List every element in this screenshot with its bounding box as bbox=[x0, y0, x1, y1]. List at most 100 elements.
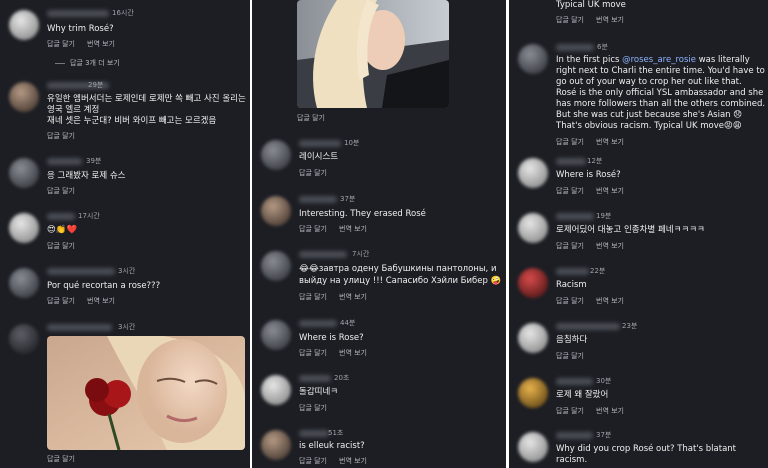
avatar[interactable] bbox=[9, 213, 39, 243]
username[interactable] bbox=[299, 375, 331, 382]
avatar[interactable] bbox=[518, 378, 548, 408]
reply-button[interactable]: 답글 달기 bbox=[299, 225, 327, 233]
mention-link[interactable]: @roses_are_rosie bbox=[622, 55, 696, 65]
comment-text-line: 영국 엘르 계정 bbox=[47, 105, 100, 115]
comment-text-line: right next to Charli the entire time. Yo… bbox=[556, 66, 765, 76]
avatar[interactable] bbox=[261, 140, 291, 170]
translate-button[interactable]: 번역 보기 bbox=[596, 187, 624, 195]
username[interactable] bbox=[556, 378, 593, 385]
username[interactable] bbox=[47, 213, 75, 220]
comment-text-line: But she was cut just because she's Asian… bbox=[556, 110, 743, 120]
avatar[interactable] bbox=[518, 213, 548, 243]
avatar[interactable] bbox=[9, 324, 39, 354]
reply-button[interactable]: 답글 달기 bbox=[47, 40, 75, 48]
username[interactable] bbox=[299, 251, 347, 258]
comment-text: 로제어딨어 대놓고 인종차별 페네ㅋㅋㅋㅋ bbox=[556, 225, 705, 235]
reply-button[interactable]: 답글 달기 bbox=[556, 187, 584, 195]
avatar[interactable] bbox=[9, 82, 39, 112]
avatar[interactable] bbox=[261, 375, 291, 405]
reply-button[interactable]: 답글 달기 bbox=[299, 349, 327, 357]
translate-button[interactable]: 번역 보기 bbox=[596, 242, 624, 250]
username[interactable] bbox=[556, 268, 589, 275]
avatar[interactable] bbox=[9, 268, 39, 298]
username[interactable] bbox=[299, 196, 337, 203]
comment-text: 레이시스트 bbox=[299, 152, 339, 162]
view-more-replies[interactable]: 답글 3개 더 보기 bbox=[55, 58, 120, 68]
timestamp: 16시간 bbox=[112, 9, 134, 17]
reply-button[interactable]: 답글 달기 bbox=[556, 138, 584, 146]
reply-button[interactable]: 답글 달기 bbox=[47, 455, 75, 463]
username[interactable] bbox=[556, 323, 620, 330]
timestamp: 12분 bbox=[587, 157, 603, 165]
reply-button[interactable]: 답글 달기 bbox=[297, 114, 325, 122]
reply-button[interactable]: 답글 달기 bbox=[47, 132, 75, 140]
avatar[interactable] bbox=[261, 251, 291, 281]
timestamp: 37분 bbox=[596, 431, 612, 439]
timestamp: 10분 bbox=[344, 139, 360, 147]
reply-button[interactable]: 답글 달기 bbox=[299, 457, 327, 465]
translate-button[interactable]: 번역 보기 bbox=[596, 138, 624, 146]
username[interactable] bbox=[47, 158, 82, 165]
comment-text: Por qué recortan a rose??? bbox=[47, 281, 161, 291]
username[interactable] bbox=[556, 158, 586, 165]
avatar[interactable] bbox=[9, 158, 39, 188]
translate-button[interactable]: 번역 보기 bbox=[339, 349, 367, 357]
username[interactable] bbox=[556, 213, 594, 220]
reply-button[interactable]: 답글 달기 bbox=[299, 404, 327, 412]
reply-button[interactable]: 답글 달기 bbox=[47, 242, 75, 250]
comments-panel-1: 16시간 Why trim Rosé? 답글 달기 번역 보기 답글 3개 더 보… bbox=[0, 0, 250, 468]
reply-button[interactable]: 답글 달기 bbox=[299, 293, 327, 301]
attached-photo[interactable] bbox=[47, 336, 245, 450]
translate-button[interactable]: 번역 보기 bbox=[339, 293, 367, 301]
username[interactable] bbox=[47, 10, 109, 17]
reply-button[interactable]: 답글 달기 bbox=[556, 16, 584, 24]
username[interactable] bbox=[556, 44, 594, 51]
avatar[interactable] bbox=[518, 432, 548, 462]
translate-button[interactable]: 번역 보기 bbox=[87, 40, 115, 48]
reply-button[interactable]: 답글 달기 bbox=[47, 297, 75, 305]
username[interactable] bbox=[299, 140, 341, 147]
reply-button[interactable]: 답글 달기 bbox=[556, 407, 584, 415]
comment-text-line: Rosé is the only official YSL ambassador… bbox=[556, 88, 764, 98]
username[interactable] bbox=[299, 430, 329, 437]
reply-button[interactable]: 답글 달기 bbox=[299, 169, 327, 177]
username[interactable] bbox=[299, 320, 337, 327]
avatar[interactable] bbox=[261, 320, 291, 350]
avatar[interactable] bbox=[518, 268, 548, 298]
avatar[interactable] bbox=[518, 44, 548, 74]
reply-button[interactable]: 답글 달기 bbox=[556, 242, 584, 250]
username[interactable] bbox=[47, 324, 112, 331]
avatar[interactable] bbox=[518, 323, 548, 353]
avatar[interactable] bbox=[9, 10, 39, 40]
comment-text: Where is Rosé? bbox=[556, 170, 621, 180]
comment-text: was literally bbox=[696, 55, 750, 65]
timestamp: 29분 bbox=[88, 81, 104, 89]
translate-button[interactable]: 번역 보기 bbox=[87, 297, 115, 305]
comment-text: 응 그래봤자 로제 슈스 bbox=[47, 171, 126, 181]
translate-button[interactable]: 번역 보기 bbox=[596, 407, 624, 415]
timestamp: 51초 bbox=[328, 429, 344, 437]
translate-button[interactable]: 번역 보기 bbox=[596, 297, 624, 305]
reply-button[interactable]: 답글 달기 bbox=[556, 352, 584, 360]
avatar[interactable] bbox=[261, 196, 291, 226]
avatar[interactable] bbox=[518, 158, 548, 188]
timestamp: 19분 bbox=[596, 212, 612, 220]
reply-button[interactable]: 답글 달기 bbox=[556, 297, 584, 305]
comment-text: 😍👏❤️ bbox=[47, 225, 78, 235]
translate-button[interactable]: 번역 보기 bbox=[596, 16, 624, 24]
username[interactable] bbox=[556, 432, 593, 439]
username[interactable] bbox=[47, 268, 115, 275]
timestamp: 44분 bbox=[340, 319, 356, 327]
avatar[interactable] bbox=[261, 430, 291, 460]
translate-button[interactable]: 번역 보기 bbox=[339, 225, 367, 233]
timestamp: 17시간 bbox=[78, 212, 100, 220]
timestamp: 20초 bbox=[334, 374, 350, 382]
timestamp: 23분 bbox=[622, 322, 638, 330]
comment-text-line: go out of your way to crop her out like … bbox=[556, 77, 742, 87]
attached-photo[interactable] bbox=[297, 0, 449, 108]
translate-button[interactable]: 번역 보기 bbox=[339, 457, 367, 465]
reply-button[interactable]: 답글 달기 bbox=[47, 187, 75, 195]
timestamp: 7시간 bbox=[352, 250, 370, 258]
comment-text: Why trim Rosé? bbox=[47, 24, 114, 34]
comment-text-line: Why did you crop Rosé out? That's blatan… bbox=[556, 444, 737, 454]
